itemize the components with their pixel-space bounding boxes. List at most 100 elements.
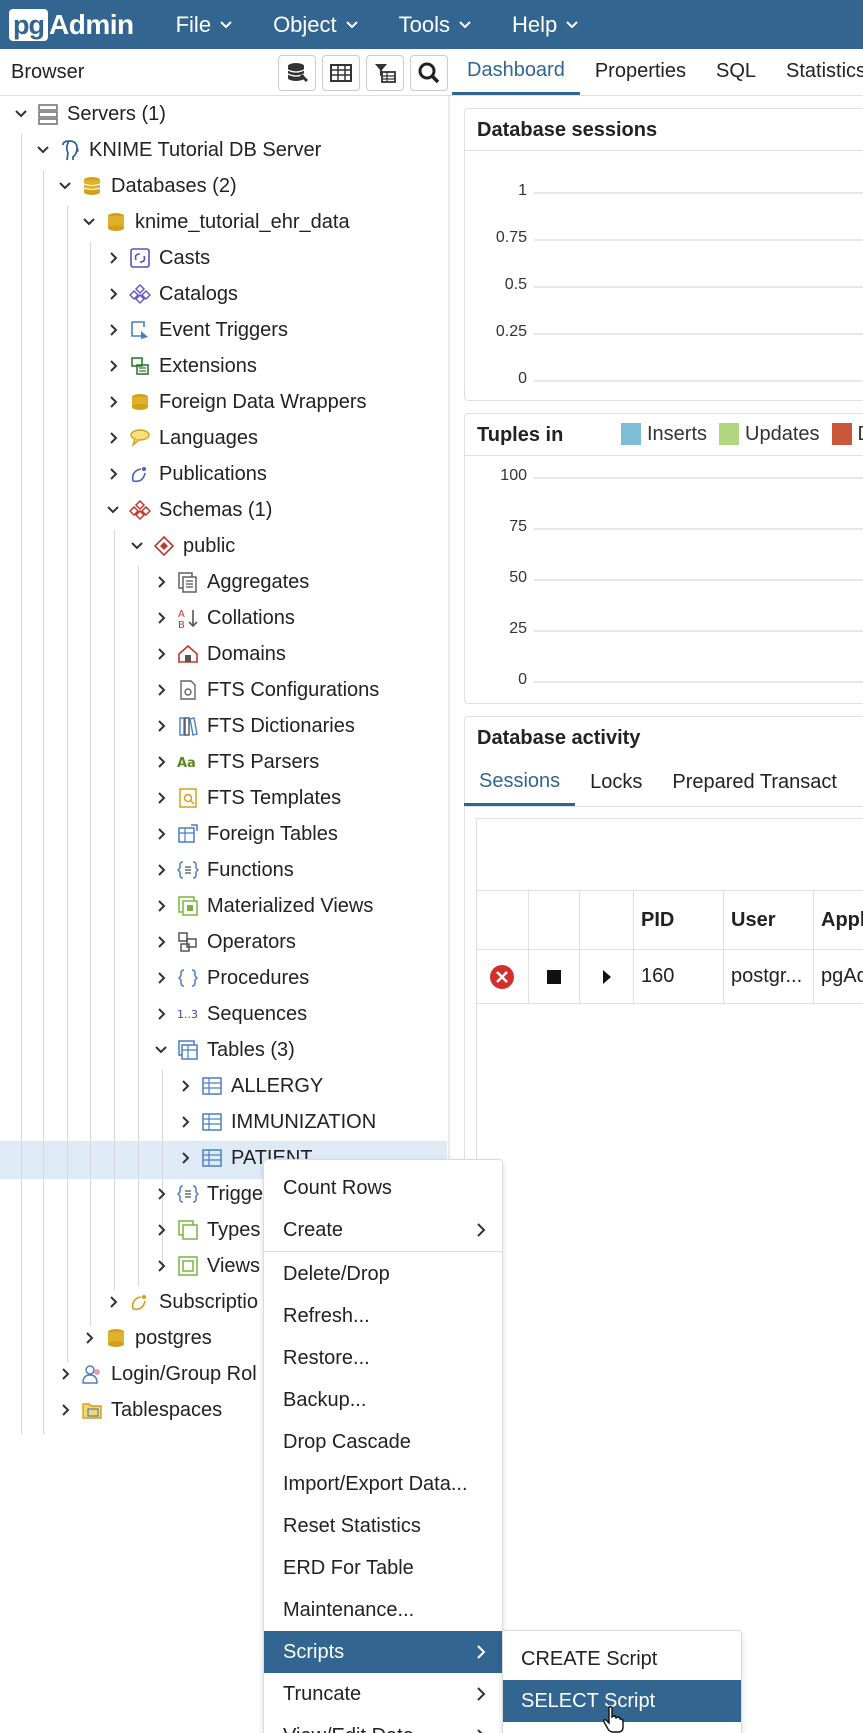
chevron-right-icon[interactable]	[102, 323, 124, 337]
menu-item-truncate[interactable]: Truncate	[264, 1673, 502, 1715]
chevron-right-icon[interactable]	[150, 1259, 172, 1273]
tree-item-catalogs[interactable]: Catalogs	[102, 276, 238, 312]
tab-dashboard[interactable]: Dashboard	[452, 49, 580, 95]
tree-item-aggregates[interactable]: Aggregates	[150, 564, 309, 600]
menu-item-create[interactable]: Create	[264, 1209, 502, 1251]
filtered-rows-button[interactable]	[366, 55, 404, 91]
tree-item-servers[interactable]: Servers (1)	[10, 96, 166, 132]
column-header-pid[interactable]: PID	[634, 891, 724, 949]
menu-help[interactable]: Help	[492, 12, 599, 38]
tab-statistics[interactable]: Statistics	[771, 49, 863, 95]
chevron-right-icon[interactable]	[150, 935, 172, 949]
chevron-right-icon[interactable]	[150, 827, 172, 841]
tree-item-fdw[interactable]: Foreign Data Wrappers	[102, 384, 367, 420]
tree-item-fts-templates[interactable]: FTS Templates	[150, 780, 341, 816]
tree-item-fts-dictionaries[interactable]: FTS Dictionaries	[150, 708, 355, 744]
tree-item-triggers[interactable]: Trigge	[150, 1176, 263, 1212]
tree-item-server[interactable]: KNIME Tutorial DB Server	[32, 132, 321, 168]
chevron-right-icon[interactable]	[174, 1079, 196, 1093]
tree-item-casts[interactable]: Casts	[102, 240, 210, 276]
chevron-right-icon[interactable]	[102, 395, 124, 409]
tree-item-sequences[interactable]: 1..3 Sequences	[150, 996, 307, 1032]
tree-item-languages[interactable]: Languages	[102, 420, 258, 456]
chevron-right-icon[interactable]	[54, 1403, 76, 1417]
tree-item-types[interactable]: Types	[150, 1212, 260, 1248]
menu-item-delete-drop[interactable]: Delete/Drop	[264, 1253, 502, 1295]
tree-item-db[interactable]: knime_tutorial_ehr_data	[78, 204, 350, 240]
chevron-right-icon[interactable]	[102, 1295, 124, 1309]
tree-item-operators[interactable]: Operators	[150, 924, 296, 960]
tree-item-fts-parsers[interactable]: Aa FTS Parsers	[150, 744, 319, 780]
tab-sessions[interactable]: Sessions	[464, 759, 576, 806]
chevron-right-icon[interactable]	[150, 683, 172, 697]
expand-row-button[interactable]	[580, 950, 634, 1003]
chevron-right-icon[interactable]	[150, 611, 172, 625]
menu-item-erd-for-table[interactable]: ERD For Table	[264, 1547, 502, 1589]
menu-item-view-edit-data[interactable]: View/Edit Data	[264, 1715, 502, 1733]
menu-item-drop-cascade[interactable]: Drop Cascade	[264, 1421, 502, 1463]
menu-item-create-script[interactable]: CREATE Script	[503, 1638, 741, 1680]
chevron-right-icon[interactable]	[102, 251, 124, 265]
menu-item-scripts[interactable]: Scripts	[264, 1631, 502, 1673]
menu-file[interactable]: File	[156, 12, 253, 38]
tree-item-tablespaces[interactable]: Tablespaces	[54, 1392, 222, 1428]
tree-item-table-immunization[interactable]: IMMUNIZATION	[174, 1104, 376, 1140]
tree-item-event-triggers[interactable]: Event Triggers	[102, 312, 288, 348]
tree-item-table-allergy[interactable]: ALLERGY	[174, 1068, 323, 1104]
chevron-down-icon[interactable]	[150, 1043, 172, 1057]
chevron-right-icon[interactable]	[150, 755, 172, 769]
column-header-user[interactable]: User	[724, 891, 814, 949]
view-data-button[interactable]	[322, 55, 360, 91]
tab-sql[interactable]: SQL	[701, 49, 771, 95]
menu-item-count-rows[interactable]: Count Rows	[264, 1167, 502, 1209]
menu-item-refresh[interactable]: Refresh...	[264, 1295, 502, 1337]
menu-item-maintenance[interactable]: Maintenance...	[264, 1589, 502, 1631]
tree-item-procedures[interactable]: Procedures	[150, 960, 309, 996]
chevron-right-icon[interactable]	[150, 647, 172, 661]
tree-item-functions[interactable]: Functions	[150, 852, 294, 888]
tree-item-views[interactable]: Views	[150, 1248, 260, 1284]
chevron-down-icon[interactable]	[126, 539, 148, 553]
chevron-right-icon[interactable]	[150, 719, 172, 733]
menu-item-import-export[interactable]: Import/Export Data...	[264, 1463, 502, 1505]
chevron-down-icon[interactable]	[54, 179, 76, 193]
chevron-down-icon[interactable]	[32, 143, 54, 157]
tab-prepared-transactions[interactable]: Prepared Transact	[657, 759, 852, 806]
chevron-right-icon[interactable]	[102, 287, 124, 301]
column-header-application[interactable]: Appl	[814, 891, 863, 949]
tree-item-foreign-tables[interactable]: Foreign Tables	[150, 816, 338, 852]
tree-item-extensions[interactable]: Extensions	[102, 348, 257, 384]
chevron-right-icon[interactable]	[150, 1187, 172, 1201]
tree-item-public[interactable]: public	[126, 528, 235, 564]
chevron-right-icon[interactable]	[150, 575, 172, 589]
chevron-right-icon[interactable]	[150, 1223, 172, 1237]
menu-item-restore[interactable]: Restore...	[264, 1337, 502, 1379]
chevron-right-icon[interactable]	[150, 791, 172, 805]
tree-item-collations[interactable]: AB Collations	[150, 600, 295, 636]
chevron-right-icon[interactable]	[54, 1367, 76, 1381]
chevron-right-icon[interactable]	[174, 1115, 196, 1129]
chevron-right-icon[interactable]	[102, 431, 124, 445]
chevron-right-icon[interactable]	[150, 1007, 172, 1021]
tab-locks[interactable]: Locks	[575, 759, 657, 806]
tree-item-databases[interactable]: Databases (2)	[54, 168, 237, 204]
chevron-down-icon[interactable]	[10, 107, 32, 121]
tree-item-domains[interactable]: Domains	[150, 636, 286, 672]
chevron-down-icon[interactable]	[78, 215, 100, 229]
tree-item-login-roles[interactable]: Login/Group Rol	[54, 1356, 257, 1392]
chevron-right-icon[interactable]	[102, 359, 124, 373]
chevron-right-icon[interactable]	[174, 1151, 196, 1165]
tree-item-fts-configurations[interactable]: FTS Configurations	[150, 672, 379, 708]
menu-tools[interactable]: Tools	[379, 12, 492, 38]
cancel-query-button[interactable]	[529, 950, 580, 1003]
tree-item-subscriptions[interactable]: Subscriptio	[102, 1284, 258, 1320]
tree-item-materialized-views[interactable]: Materialized Views	[150, 888, 373, 924]
terminate-session-button[interactable]	[476, 950, 529, 1003]
chevron-right-icon[interactable]	[150, 863, 172, 877]
chevron-right-icon[interactable]	[78, 1331, 100, 1345]
menu-object[interactable]: Object	[253, 12, 379, 38]
chevron-down-icon[interactable]	[102, 503, 124, 517]
menu-item-backup[interactable]: Backup...	[264, 1379, 502, 1421]
tree-item-tables[interactable]: Tables (3)	[150, 1032, 295, 1068]
tree-item-publications[interactable]: Publications	[102, 456, 267, 492]
